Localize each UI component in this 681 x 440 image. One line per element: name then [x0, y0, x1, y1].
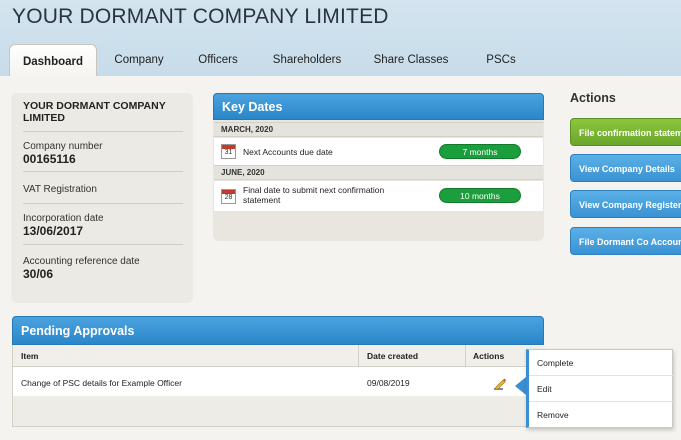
file-dormant-accounts-button[interactable]: File Dormant Co Accounts: [570, 227, 681, 255]
vat-registration-label: VAT Registration: [23, 184, 97, 195]
key-date-text: Final date to submit next confirmation s…: [243, 185, 385, 205]
row-date: 09/08/2019: [367, 378, 410, 388]
pending-approvals-title: Pending Approvals: [21, 323, 135, 338]
company-number-label: Company number: [23, 141, 103, 152]
key-date-row: 31 Next Accounts due date 7 months: [214, 138, 543, 165]
menu-item-complete[interactable]: Complete: [529, 350, 673, 376]
actions-title: Actions: [570, 91, 616, 105]
divider: [23, 244, 183, 245]
view-company-details-button[interactable]: View Company Details: [570, 154, 681, 182]
column-item: Item: [21, 351, 39, 361]
calendar-day: 28: [224, 194, 233, 201]
column-date-created: Date created: [367, 351, 419, 361]
tab-pscs[interactable]: PSCs: [478, 44, 524, 76]
due-badge: 10 months: [439, 188, 521, 203]
due-badge: 7 months: [439, 144, 521, 159]
menu-item-remove[interactable]: Remove: [529, 402, 673, 428]
key-dates-header: Key Dates: [213, 93, 544, 120]
menu-pointer: [515, 377, 526, 395]
tab-company[interactable]: Company: [108, 44, 170, 76]
view-company-register-button[interactable]: View Company Register: [570, 190, 681, 218]
table-header: Item Date created Actions: [13, 345, 545, 367]
company-info-box: YOUR DORMANT COMPANY LIMITED Company num…: [11, 93, 193, 303]
tab-dashboard[interactable]: Dashboard: [9, 44, 97, 78]
divider: [23, 131, 183, 132]
key-date-row: 28 Final date to submit next confirmatio…: [214, 181, 543, 211]
incorporation-date-value: 13/06/2017: [23, 224, 84, 238]
column-actions: Actions: [473, 351, 505, 361]
pending-approvals-table: Item Date created Actions Change of PSC …: [12, 345, 545, 427]
tab-shareholders[interactable]: Shareholders: [266, 44, 348, 76]
row-actions-menu: Complete Edit Remove: [526, 349, 673, 428]
accounting-reference-value: 30/06: [23, 267, 54, 281]
row-item: Change of PSC details for Example Office…: [21, 378, 182, 388]
divider: [23, 171, 183, 172]
divider: [23, 203, 183, 204]
info-company-name: YOUR DORMANT COMPANY LIMITED: [23, 100, 166, 124]
calendar-icon: 28: [221, 189, 236, 204]
accounting-reference-label: Accounting reference date: [23, 256, 140, 267]
tab-share-classes[interactable]: Share Classes: [368, 44, 454, 76]
edit-pencil-icon[interactable]: [493, 377, 507, 391]
key-date-month: JUNE, 2020: [214, 165, 543, 180]
calendar-day: 31: [224, 149, 233, 156]
table-footer: [13, 396, 545, 426]
tab-officers[interactable]: Officers: [190, 44, 246, 76]
incorporation-date-label: Incorporation date: [23, 213, 104, 224]
key-dates-title: Key Dates: [222, 99, 283, 114]
pending-approvals-header: Pending Approvals: [12, 316, 544, 345]
calendar-icon: 31: [221, 144, 236, 159]
file-confirmation-statement-button[interactable]: File confirmation statement: [570, 118, 681, 146]
key-date-text: Next Accounts due date: [243, 147, 333, 157]
menu-item-edit[interactable]: Edit: [529, 376, 673, 402]
company-number-value: 00165116: [23, 152, 76, 166]
key-dates-panel: MARCH, 2020 31 Next Accounts due date 7 …: [213, 120, 544, 241]
key-date-month: MARCH, 2020: [214, 122, 543, 137]
company-title: YOUR DORMANT COMPANY LIMITED: [12, 5, 389, 28]
